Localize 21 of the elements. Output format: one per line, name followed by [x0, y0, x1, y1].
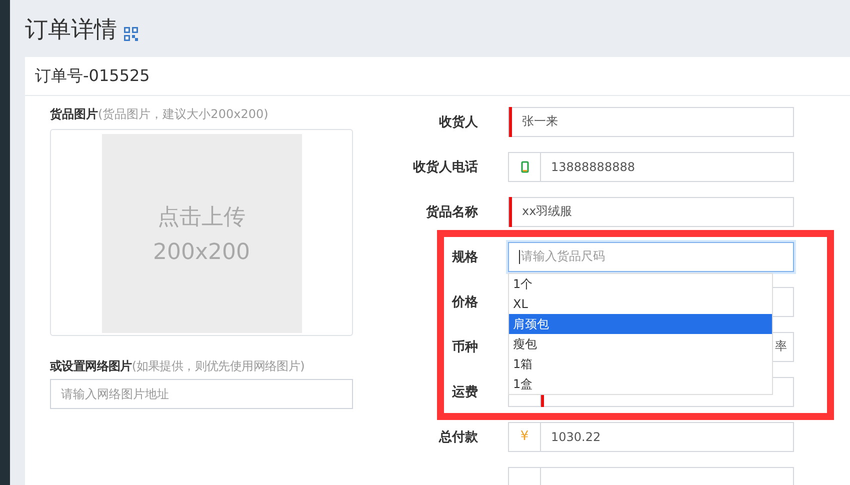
web-image-label: 或设置网络图片(如果提供，则优先使用网络图片) — [50, 358, 306, 375]
image-label: 货品图片(货品图片，建议大小200x200) — [50, 106, 270, 123]
field-value: 13888888888 — [550, 160, 635, 174]
order-number: 订单号-015525 — [35, 66, 150, 86]
field-label: 收货人 — [439, 114, 478, 130]
field-placeholder: 请输入货品尺码 — [518, 248, 605, 265]
field-label: 运费 — [452, 384, 478, 400]
field-value: 张一来 — [521, 113, 558, 130]
field-label: 总付款 — [439, 428, 478, 446]
field-label: 收货人电话 — [413, 158, 478, 176]
field-value: xx羽绒服 — [521, 203, 572, 220]
currency-symbol: ¥ — [520, 429, 529, 444]
field-suffix-text: 率 — [775, 338, 788, 355]
upload-placeholder-text: 点击上传 — [158, 204, 246, 232]
field-label: 货品名称 — [426, 204, 478, 220]
page-title: 订单详情 — [25, 16, 117, 45]
upload-placeholder-text: 200x200 — [152, 240, 250, 265]
field-label: 规格 — [452, 248, 478, 266]
field-value: 1030.22 — [550, 430, 601, 444]
field-label: 币种 — [452, 338, 478, 356]
field-label: 价格 — [452, 294, 478, 310]
